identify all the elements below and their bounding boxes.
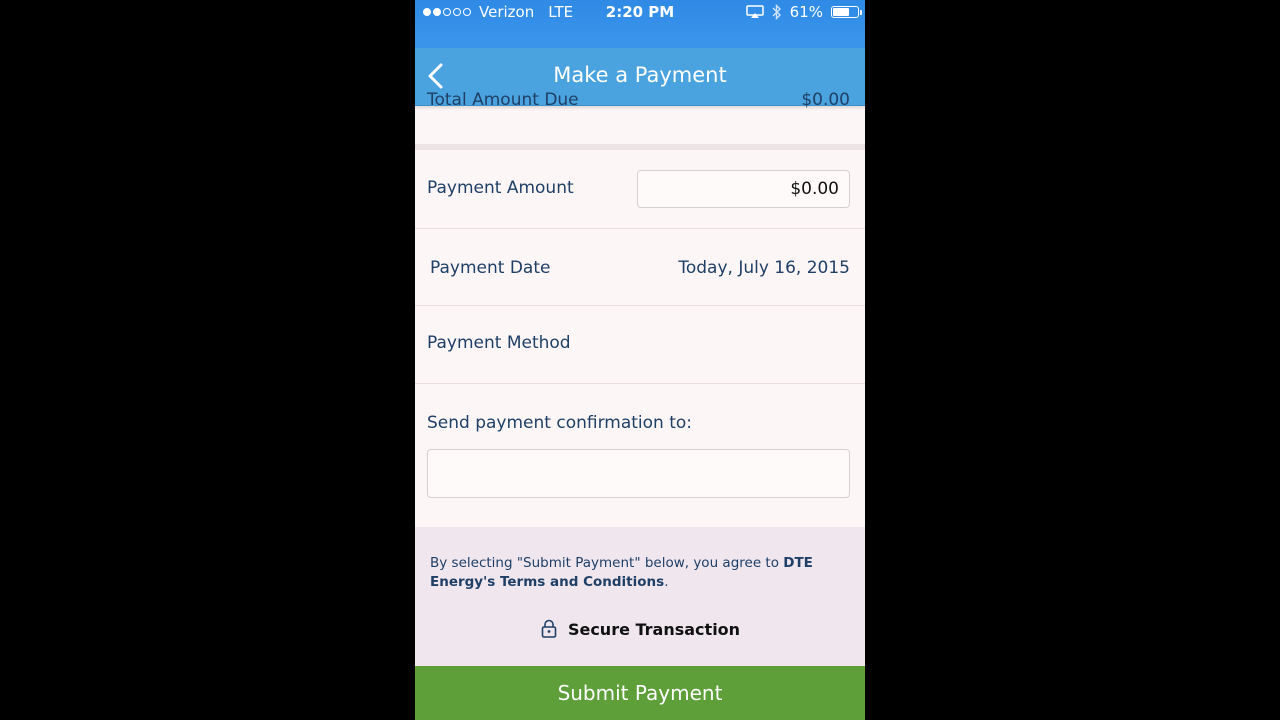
- submit-payment-label: Submit Payment: [557, 681, 723, 705]
- payment-method-row[interactable]: Payment Method: [415, 306, 865, 384]
- payment-amount-input[interactable]: [637, 170, 850, 208]
- payment-date-value: Today, July 16, 2015: [678, 258, 850, 278]
- secure-transaction: Secure Transaction: [415, 619, 865, 639]
- phone-screen: Verizon LTE 2:20 PM 61% Make a Payment T…: [415, 0, 865, 720]
- total-amount-value: $0.00: [801, 90, 850, 110]
- status-bar: Verizon LTE 2:20 PM 61%: [415, 0, 865, 48]
- terms-prefix: By selecting "Submit Payment" below, you…: [430, 555, 784, 571]
- terms-section: By selecting "Submit Payment" below, you…: [415, 527, 865, 666]
- confirmation-label: Send payment confirmation to:: [427, 413, 693, 433]
- payment-date-label: Payment Date: [430, 258, 551, 278]
- battery-icon: [831, 6, 862, 18]
- payment-date-row[interactable]: Payment Date Today, July 16, 2015: [415, 229, 865, 306]
- bluetooth-icon: [772, 4, 781, 20]
- confirmation-email-input[interactable]: [427, 449, 850, 498]
- status-right: 61%: [745, 3, 862, 21]
- terms-suffix: .: [664, 574, 669, 590]
- airplay-icon: [745, 5, 764, 18]
- terms-text: By selecting "Submit Payment" below, you…: [430, 554, 840, 592]
- submit-payment-button[interactable]: Submit Payment: [415, 666, 865, 720]
- payment-method-label: Payment Method: [427, 333, 571, 353]
- secure-transaction-label: Secure Transaction: [567, 619, 741, 639]
- total-amount-label: Total Amount Due: [427, 90, 579, 110]
- lock-icon: [541, 619, 557, 638]
- total-amount-row: Total Amount Due $0.00: [415, 90, 865, 142]
- battery-percent: 61%: [789, 3, 823, 21]
- page-title: Make a Payment: [553, 63, 727, 87]
- payment-amount-label: Payment Amount: [427, 178, 574, 198]
